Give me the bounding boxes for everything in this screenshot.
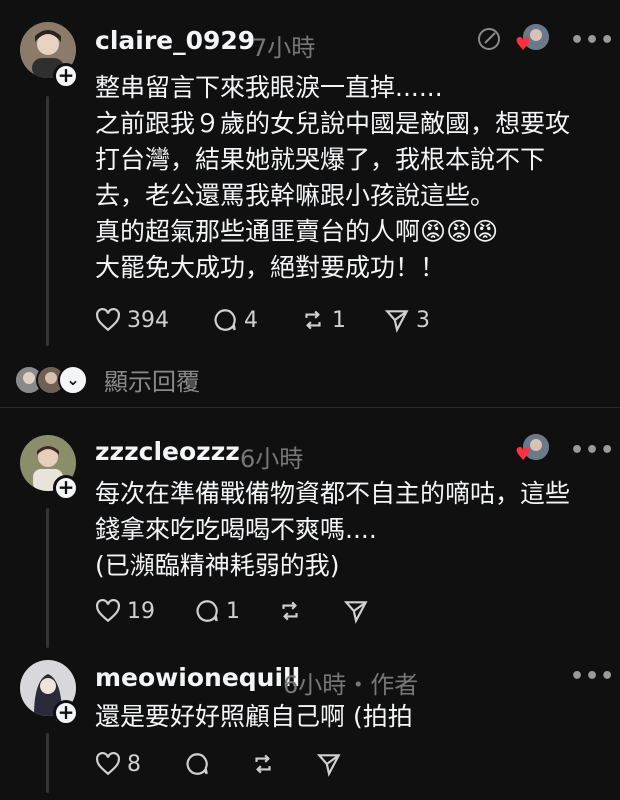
follow-plus-icon[interactable]: + bbox=[53, 475, 79, 501]
comment-count: 4 bbox=[244, 307, 258, 333]
share-count: 3 bbox=[416, 307, 430, 333]
thread-line bbox=[46, 733, 49, 793]
comment-button[interactable] bbox=[184, 751, 210, 777]
username[interactable]: claire_0929 bbox=[95, 26, 255, 55]
share-button[interactable] bbox=[316, 751, 342, 777]
timestamp: 7小時 bbox=[252, 34, 316, 62]
comment-button[interactable]: 1 bbox=[194, 598, 240, 624]
thread-line bbox=[46, 508, 49, 648]
repost-button[interactable]: 1 bbox=[300, 307, 346, 333]
liked-by-indicator: ♥ bbox=[515, 434, 549, 464]
repost-icon bbox=[305, 310, 321, 330]
username[interactable]: zzzcleozzz bbox=[95, 437, 240, 466]
like-count: 394 bbox=[127, 307, 169, 333]
post-text: 每次在準備戰備物資都不自主的嘀咕，這些 錢拿來吃吃喝喝不爽嗎.... (已瀕臨精… bbox=[95, 479, 571, 580]
like-count: 19 bbox=[127, 598, 155, 624]
share-button[interactable] bbox=[343, 598, 369, 624]
follow-plus-icon[interactable]: + bbox=[53, 700, 79, 726]
like-button[interactable]: 394 bbox=[95, 307, 169, 333]
divider bbox=[0, 407, 620, 408]
more-icon[interactable]: ••• bbox=[570, 438, 615, 463]
chevron-down-icon: ⌄ bbox=[58, 364, 88, 395]
heart-badge-icon: ♥ bbox=[515, 444, 532, 465]
like-button[interactable]: 19 bbox=[95, 598, 155, 624]
repost-icon bbox=[282, 601, 298, 621]
comment-count: 1 bbox=[226, 598, 240, 624]
share-icon bbox=[316, 754, 341, 777]
show-replies-row[interactable]: ⌄ 顯示回覆 bbox=[14, 362, 200, 397]
heart-badge-icon: ♥ bbox=[515, 34, 532, 55]
follow-plus-icon[interactable]: + bbox=[53, 63, 79, 89]
like-button[interactable]: 8 bbox=[95, 751, 141, 777]
heart-icon bbox=[96, 751, 120, 776]
comment-icon bbox=[214, 309, 236, 331]
thread-line bbox=[46, 96, 49, 346]
show-replies-label[interactable]: 顯示回覆 bbox=[104, 362, 200, 397]
repost-count: 1 bbox=[332, 307, 346, 333]
post-text: 整串留言下來我眼淚一直掉...... 之前跟我９歲的女兒說中國是敵國，想要攻 打… bbox=[95, 73, 571, 282]
more-icon[interactable]: ••• bbox=[570, 664, 615, 689]
liked-by-indicator: ♥ bbox=[515, 24, 549, 54]
heart-icon bbox=[96, 598, 120, 623]
comment-icon bbox=[196, 600, 218, 622]
more-icon[interactable]: ••• bbox=[570, 28, 615, 53]
repost-button[interactable] bbox=[250, 751, 276, 777]
timestamp: 6小時・作者 bbox=[283, 671, 419, 699]
share-icon bbox=[343, 601, 368, 624]
timestamp: 6小時 bbox=[240, 445, 304, 473]
like-count: 8 bbox=[127, 751, 141, 777]
edit-icon[interactable] bbox=[476, 26, 502, 56]
post-text: 還是要好好照顧自己啊 (拍拍 bbox=[95, 702, 413, 731]
comment-button[interactable]: 4 bbox=[212, 307, 258, 333]
repost-button[interactable] bbox=[277, 598, 303, 624]
share-icon bbox=[384, 310, 409, 333]
post-claire: + claire_0929 7小時 ♥ ••• 整串留言下來我眼淚一直掉....… bbox=[0, 0, 620, 405]
share-button[interactable]: 3 bbox=[384, 307, 430, 333]
heart-icon bbox=[96, 307, 120, 332]
username[interactable]: meowionequill bbox=[95, 663, 300, 692]
repost-icon bbox=[255, 754, 271, 774]
comment-icon bbox=[186, 753, 208, 775]
